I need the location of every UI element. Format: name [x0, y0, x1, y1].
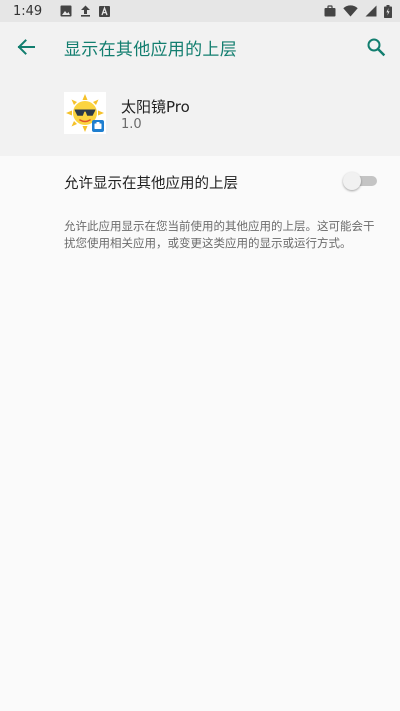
allow-overlay-switch[interactable] — [343, 172, 377, 190]
permission-description: 允许此应用显示在您当前使用的其他应用的上层。这可能会干扰您使用相关应用，或变更这… — [64, 219, 375, 250]
battery-icon — [384, 4, 392, 18]
screen: 1:49 显示在其他应用的上层 太阳镜Pro 1.0 允许显示在其他应用的上层 … — [0, 0, 400, 711]
allow-overlay-toggle-row[interactable]: 允许显示在其他应用的上层 — [0, 156, 400, 206]
back-button[interactable] — [12, 33, 40, 61]
status-bar: 1:49 — [0, 0, 400, 22]
status-bar-left: 1:49 — [13, 3, 111, 19]
font-icon — [99, 5, 111, 17]
search-icon — [367, 38, 386, 57]
app-name: 太阳镜Pro — [121, 98, 190, 116]
image-icon — [60, 5, 72, 17]
toolbar: 显示在其他应用的上层 — [0, 22, 400, 72]
switch-thumb — [343, 172, 361, 190]
upload-icon — [80, 5, 91, 17]
page-title: 显示在其他应用的上层 — [64, 40, 237, 60]
status-bar-right — [324, 4, 392, 18]
app-header: 太阳镜Pro 1.0 — [0, 72, 400, 156]
briefcase-icon — [324, 5, 336, 17]
arrow-back-icon — [17, 39, 35, 55]
status-time: 1:49 — [13, 3, 43, 19]
wifi-icon — [343, 5, 358, 17]
search-button[interactable] — [362, 33, 390, 61]
app-version: 1.0 — [121, 117, 142, 132]
allow-overlay-label: 允许显示在其他应用的上层 — [64, 176, 238, 192]
sun-with-sunglasses-icon — [64, 92, 106, 134]
signal-icon — [365, 5, 377, 17]
